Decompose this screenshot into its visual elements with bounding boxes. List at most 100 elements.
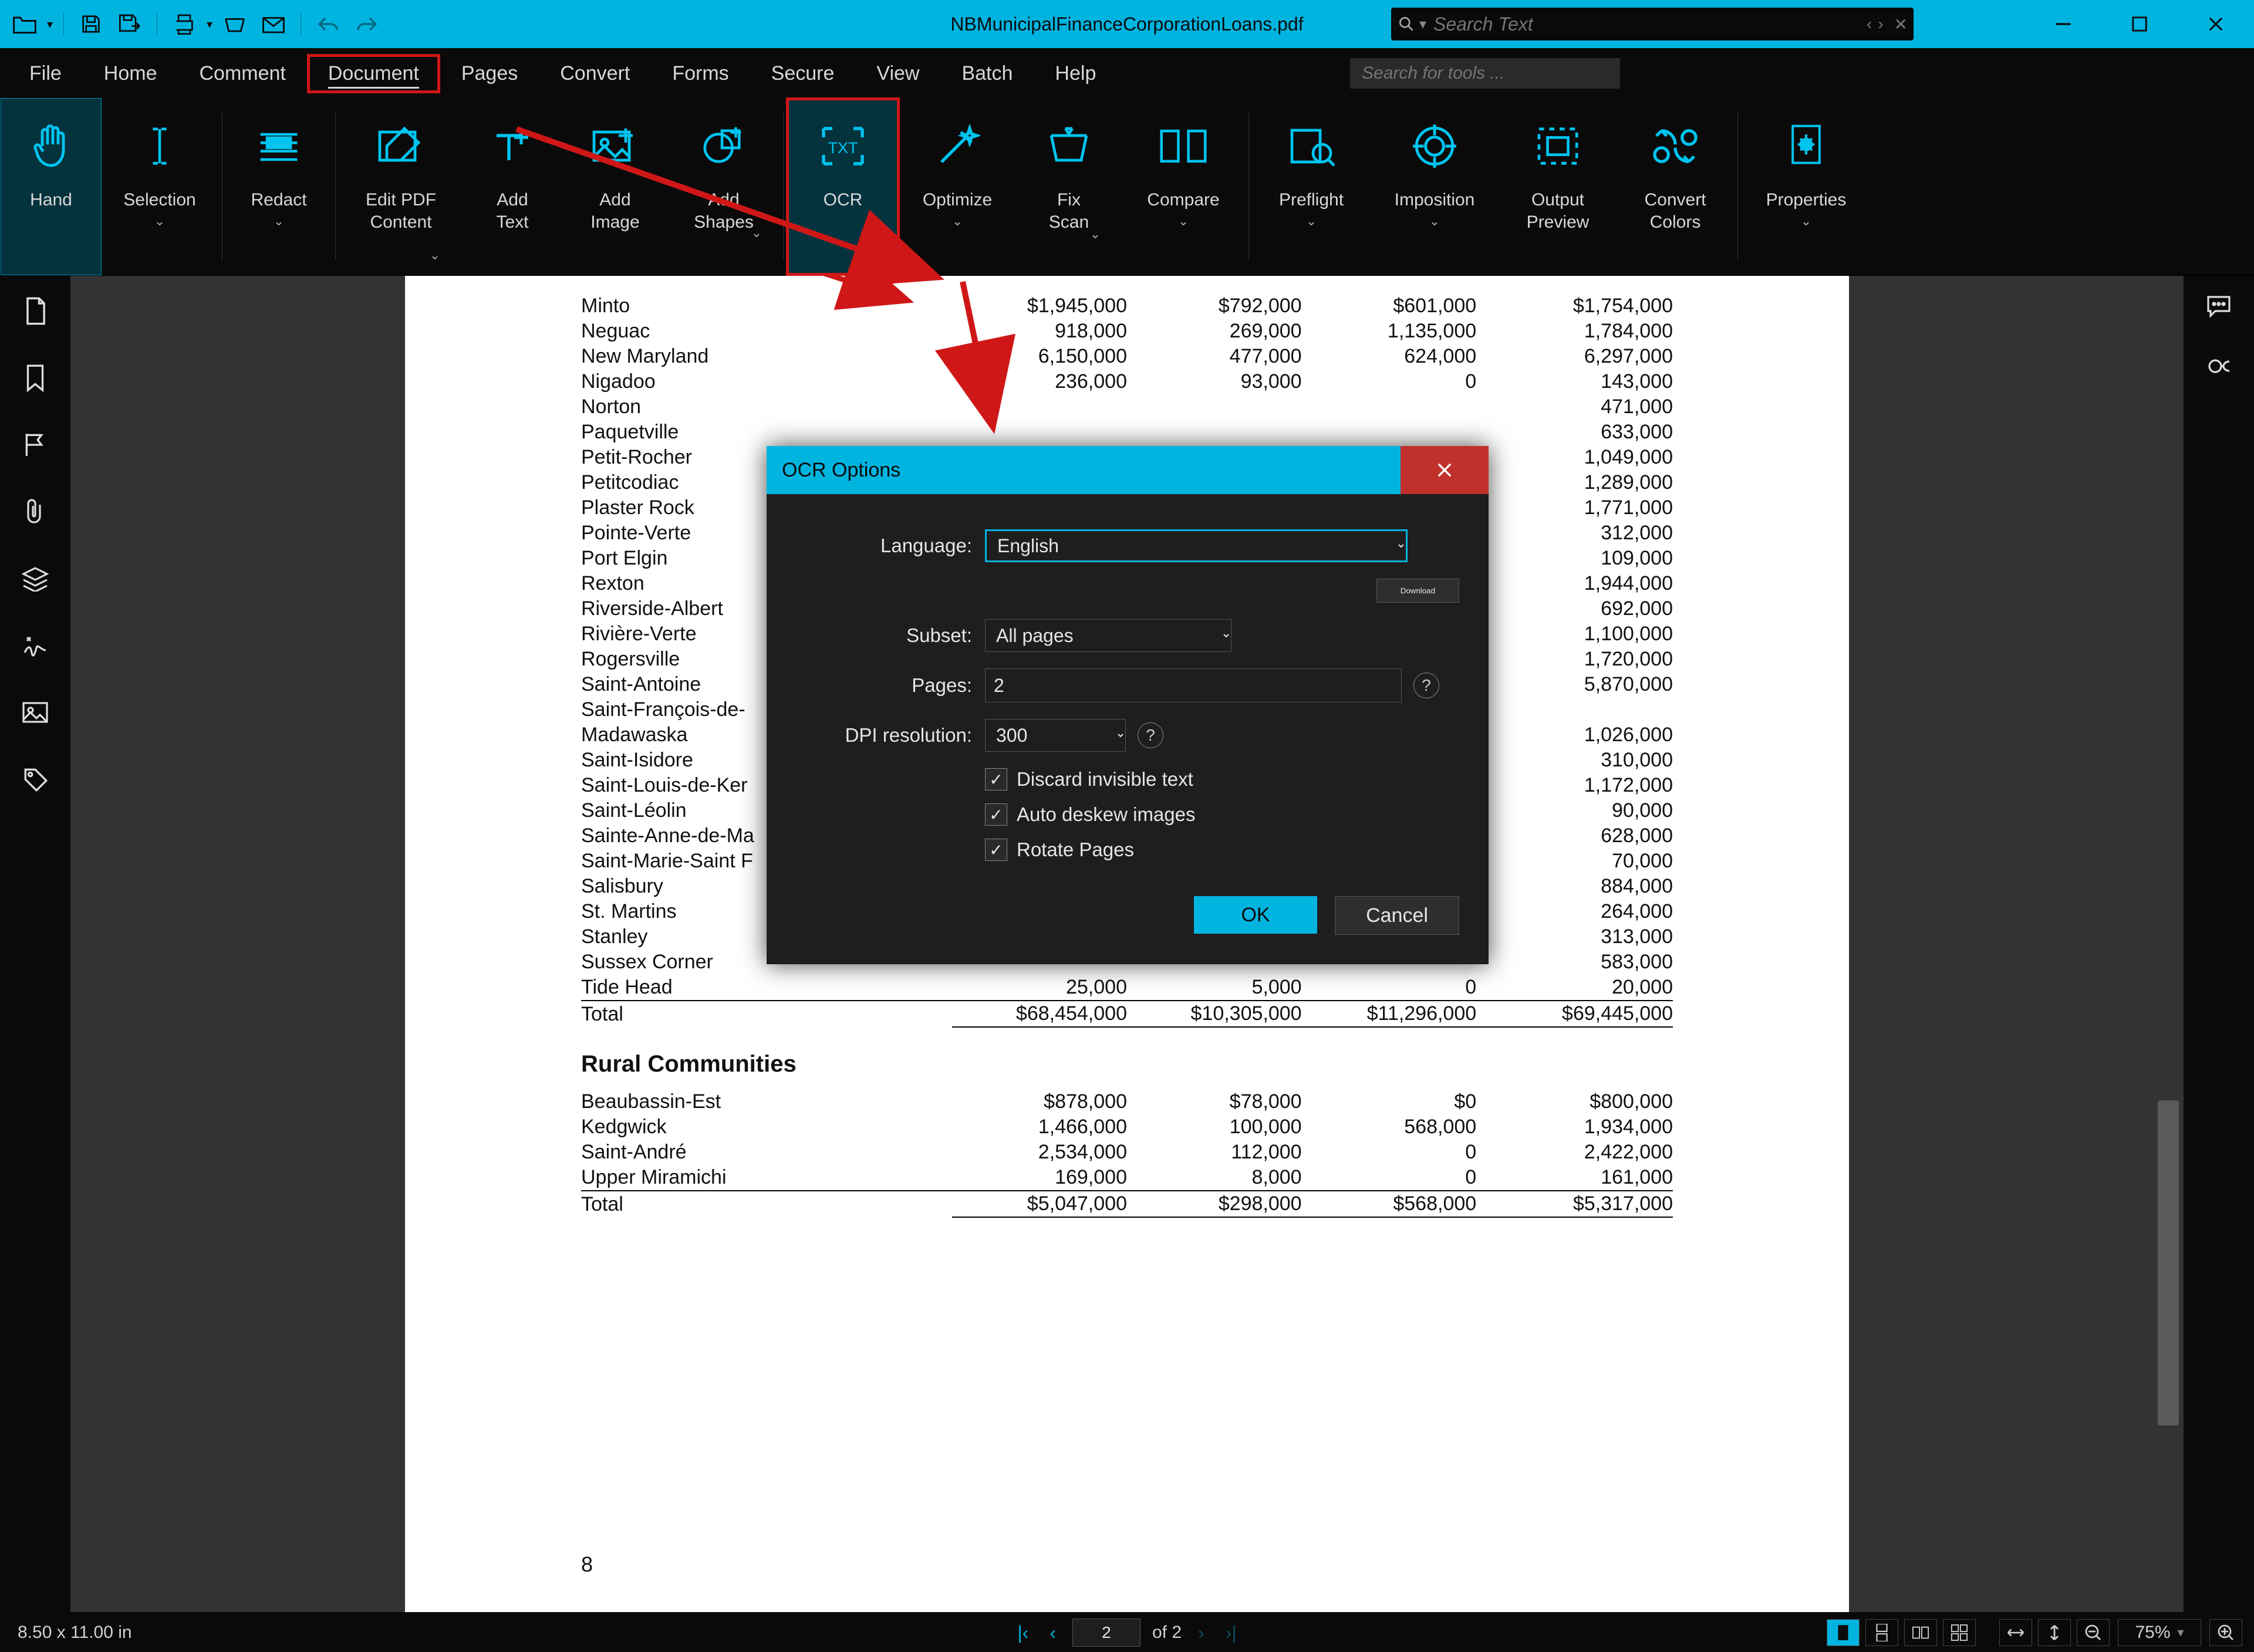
dialog-close-button[interactable] [1401,446,1489,494]
search-next-button[interactable]: › [1878,15,1883,34]
panel-bookmarks-button[interactable] [18,360,53,396]
save-button[interactable] [75,10,107,38]
menu-view[interactable]: View [855,54,940,93]
menu-secure[interactable]: Secure [750,54,856,93]
tool-hand[interactable]: Hand [1,99,101,275]
fit-width-button[interactable] [1999,1619,2032,1646]
prev-page-button[interactable]: ‹ [1045,1622,1061,1644]
open-file-button[interactable] [8,10,41,38]
page-number-input[interactable] [1072,1619,1141,1647]
menu-home[interactable]: Home [83,54,178,93]
chevron-down-icon[interactable]: ▾ [1419,16,1426,33]
auto-deskew-checkbox[interactable]: ✓Auto deskew images [985,803,1459,826]
panel-tags-button[interactable] [18,762,53,797]
tool-optimize[interactable]: Optimize ⌄ [899,99,1016,275]
panel-comments-button[interactable] [2205,293,2233,322]
zoom-in-button[interactable] [2209,1619,2242,1646]
svg-text:TXT: TXT [828,139,858,157]
menu-pages[interactable]: Pages [440,54,539,93]
tool-edit-pdf-content[interactable]: Edit PDF Content ⌄ [339,99,463,275]
redo-button[interactable] [350,10,383,38]
view-single-cont-button[interactable] [1865,1619,1898,1646]
row-value: $1,754,000 [1476,293,1673,319]
print-button[interactable] [168,10,201,38]
maximize-button[interactable] [2101,0,2178,48]
total-value: $5,047,000 [952,1191,1127,1217]
menu-bar: File Home Comment Document Pages Convert… [0,48,2254,99]
view-single-button[interactable] [1827,1619,1860,1646]
row-label: Nigadoo [581,369,952,394]
panel-signatures-button[interactable] [18,628,53,663]
tool-fix-scan[interactable]: Fix Scan ⌄ [1016,99,1122,275]
save-as-button[interactable] [113,10,146,38]
tool-selection[interactable]: Selection ⌄ [101,99,218,275]
scan-button[interactable] [218,10,251,38]
tool-search-input[interactable] [1350,58,1620,89]
pages-input[interactable] [985,668,1402,702]
tool-convert-colors[interactable]: Convert Colors [1617,99,1734,275]
tool-properties[interactable]: Properties ⌄ [1742,99,1871,275]
scrollbar-thumb[interactable] [2158,1100,2179,1425]
close-button[interactable] [2178,0,2254,48]
dialog-titlebar[interactable]: OCR Options [767,446,1489,494]
menu-document[interactable]: Document [307,54,440,93]
discard-invisible-checkbox[interactable]: ✓Discard invisible text [985,768,1459,790]
panel-layers-button[interactable] [18,561,53,596]
tool-add-image[interactable]: Add Image [562,99,668,275]
cancel-button[interactable]: Cancel [1335,896,1459,935]
menu-forms[interactable]: Forms [651,54,750,93]
view-facing-cont-button[interactable] [1943,1619,1976,1646]
add-image-icon [589,120,642,173]
search-input[interactable] [1432,13,1867,36]
search-close-button[interactable]: ✕ [1894,15,1908,34]
tool-add-shapes[interactable]: Add Shapes ⌄ [668,99,780,275]
tool-compare[interactable]: Compare ⌄ [1122,99,1245,275]
status-bar: 8.50 x 11.00 in |‹ ‹ of 2 › ›| 75%▾ [0,1612,2254,1652]
download-button[interactable]: Download [1376,579,1459,603]
language-select[interactable]: English [985,529,1408,562]
tool-add-text[interactable]: Add Text [463,99,562,275]
panel-image-button[interactable] [18,695,53,730]
zoom-out-button[interactable] [2077,1619,2110,1646]
view-facing-button[interactable] [1904,1619,1937,1646]
panel-reading-button[interactable] [2205,354,2233,381]
minimize-button[interactable] [2025,0,2101,48]
menu-comment[interactable]: Comment [178,54,307,93]
row-value: 2,422,000 [1476,1140,1673,1165]
tool-output-preview[interactable]: Output Preview [1499,99,1617,275]
subset-select[interactable]: All pages [985,619,1231,652]
chevron-down-icon: ⌄ [154,214,165,229]
panel-pages-button[interactable] [18,293,53,329]
menu-batch[interactable]: Batch [940,54,1034,93]
dpi-select[interactable]: 300 [985,719,1126,752]
row-value: 264,000 [1476,899,1673,924]
tool-search[interactable] [1350,58,1620,89]
undo-button[interactable] [312,10,345,38]
section-heading: Rural Communities [581,1028,1673,1089]
tool-imposition[interactable]: Imposition ⌄ [1370,99,1499,275]
ok-button[interactable]: OK [1194,896,1317,934]
zoom-level[interactable]: 75%▾ [2118,1619,2201,1646]
tool-ocr[interactable]: TXT OCR [787,99,899,275]
tool-preflight[interactable]: Preflight ⌄ [1253,99,1370,275]
menu-help[interactable]: Help [1034,54,1117,93]
email-button[interactable] [257,10,290,38]
tool-redact[interactable]: Redact ⌄ [226,99,332,275]
search-prev-button[interactable]: ‹ [1867,15,1872,34]
fit-page-button[interactable] [2038,1619,2071,1646]
row-value: 25,000 [952,975,1127,1001]
first-page-button[interactable]: |‹ [1013,1622,1033,1644]
menu-file[interactable]: File [8,54,83,93]
panel-attachments-button[interactable] [18,494,53,529]
help-icon[interactable]: ? [1413,673,1439,698]
rotate-pages-checkbox[interactable]: ✓Rotate Pages [985,839,1459,861]
search-text-box[interactable]: ▾ ‹ › ✕ [1391,8,1914,40]
row-value: $792,000 [1127,293,1302,319]
help-icon[interactable]: ? [1138,722,1163,748]
row-value: 70,000 [1476,849,1673,874]
panel-flag-button[interactable] [18,427,53,462]
menu-convert[interactable]: Convert [539,54,651,93]
next-page-button[interactable]: › [1193,1622,1209,1644]
last-page-button[interactable]: ›| [1221,1622,1241,1644]
vertical-scrollbar[interactable] [2158,293,2179,1594]
